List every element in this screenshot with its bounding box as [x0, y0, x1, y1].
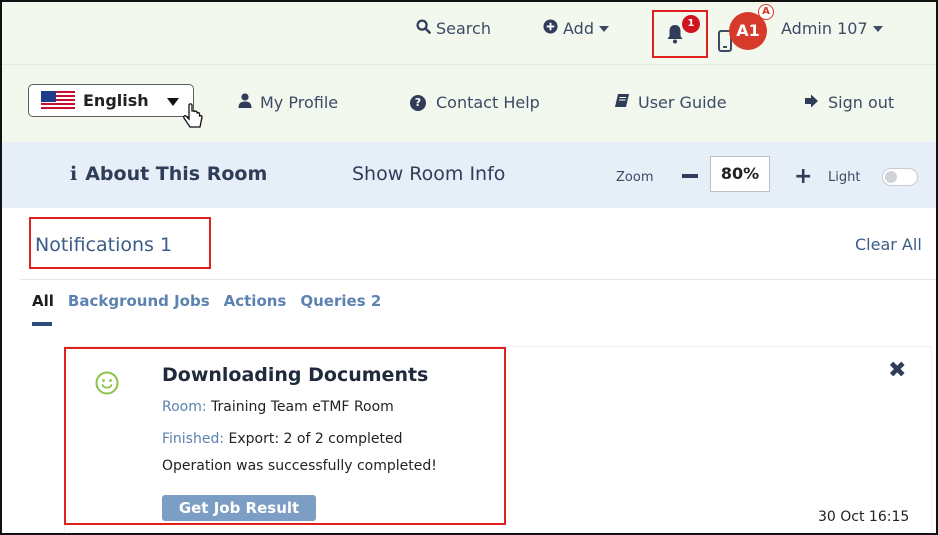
- add-menu-button[interactable]: Add: [543, 19, 609, 38]
- my-profile-label: My Profile: [260, 93, 339, 112]
- notifications-title: Notifications 1: [35, 234, 173, 256]
- question-circle-icon: ?: [410, 94, 426, 111]
- top-bar: Search Add 1 A1 A Admin 107: [2, 2, 936, 64]
- light-mode-toggle[interactable]: [882, 168, 918, 186]
- room-value: Training Team eTMF Room: [211, 399, 394, 415]
- sign-out-link[interactable]: Sign out: [804, 93, 894, 112]
- tab-actions[interactable]: Actions: [224, 292, 287, 310]
- zoom-in-button[interactable]: +: [794, 164, 812, 189]
- zoom-input[interactable]: 80%: [710, 156, 770, 192]
- search-button[interactable]: Search: [416, 19, 491, 38]
- add-label: Add: [563, 19, 594, 38]
- info-icon: i: [70, 163, 78, 185]
- notification-room: Room: Training Team eTMF Room: [162, 399, 394, 415]
- show-room-info-button[interactable]: Show Room Info: [352, 163, 505, 185]
- zoom-label: Zoom: [616, 170, 654, 185]
- user-guide-label: User Guide: [638, 93, 727, 112]
- language-select[interactable]: English: [28, 84, 194, 117]
- finished-value: Export: 2 of 2 completed: [228, 431, 403, 447]
- divider: [20, 279, 936, 280]
- contact-help-label: Contact Help: [436, 93, 540, 112]
- room-toolbar: i About This Room Show Room Info Zoom 80%…: [2, 142, 936, 208]
- about-room-button[interactable]: i About This Room: [70, 163, 267, 185]
- dropdown-arrow-icon: [167, 98, 179, 106]
- avatar-role-badge: A: [758, 4, 774, 20]
- notifications-bell-button[interactable]: 1: [652, 10, 708, 58]
- language-value: English: [83, 91, 149, 110]
- notification-count-badge: 1: [682, 15, 700, 33]
- zoom-out-button[interactable]: [682, 174, 698, 178]
- user-menu-button[interactable]: Admin 107: [781, 19, 883, 38]
- finished-key: Finished:: [162, 431, 225, 447]
- notification-message: Operation was successfully completed!: [162, 458, 437, 474]
- notification-tabs: All Background Jobs Actions Queries 2: [32, 292, 395, 310]
- tab-all[interactable]: All: [32, 292, 54, 310]
- secondary-nav: English My Profile ? Contact Help User G…: [2, 64, 936, 142]
- search-label: Search: [436, 19, 491, 38]
- light-mode-label: Light: [828, 170, 861, 185]
- book-icon: [614, 93, 630, 112]
- close-icon[interactable]: ✖: [888, 358, 906, 383]
- notification-title: Downloading Documents: [162, 364, 429, 386]
- search-icon: [416, 19, 431, 38]
- clear-all-link[interactable]: Clear All: [855, 235, 922, 254]
- chevron-down-icon: [872, 25, 883, 32]
- room-key: Room:: [162, 399, 207, 415]
- bell-icon: [666, 24, 684, 44]
- contact-help-link[interactable]: ? Contact Help: [410, 93, 540, 112]
- user-name: Admin 107: [781, 19, 868, 38]
- tab-background-jobs[interactable]: Background Jobs: [68, 292, 210, 310]
- get-job-result-button[interactable]: Get Job Result: [162, 495, 316, 521]
- plus-circle-icon: [543, 19, 558, 38]
- user-icon: [238, 93, 252, 112]
- us-flag-icon: [41, 90, 75, 111]
- smiley-icon: [94, 370, 120, 396]
- notification-status: Finished: Export: 2 of 2 completed: [162, 431, 402, 447]
- app-window: Search Add 1 A1 A Admin 107 English My P…: [0, 0, 938, 535]
- hand-cursor-icon: [182, 103, 206, 133]
- user-guide-link[interactable]: User Guide: [614, 93, 727, 112]
- active-tab-indicator: [32, 322, 52, 326]
- chevron-down-icon: [598, 25, 609, 32]
- notification-timestamp: 30 Oct 16:15: [818, 509, 910, 525]
- about-room-label: About This Room: [85, 163, 268, 185]
- tab-queries[interactable]: Queries 2: [300, 292, 381, 310]
- sign-out-icon: [804, 94, 820, 112]
- sign-out-label: Sign out: [828, 93, 895, 112]
- my-profile-link[interactable]: My Profile: [238, 93, 338, 112]
